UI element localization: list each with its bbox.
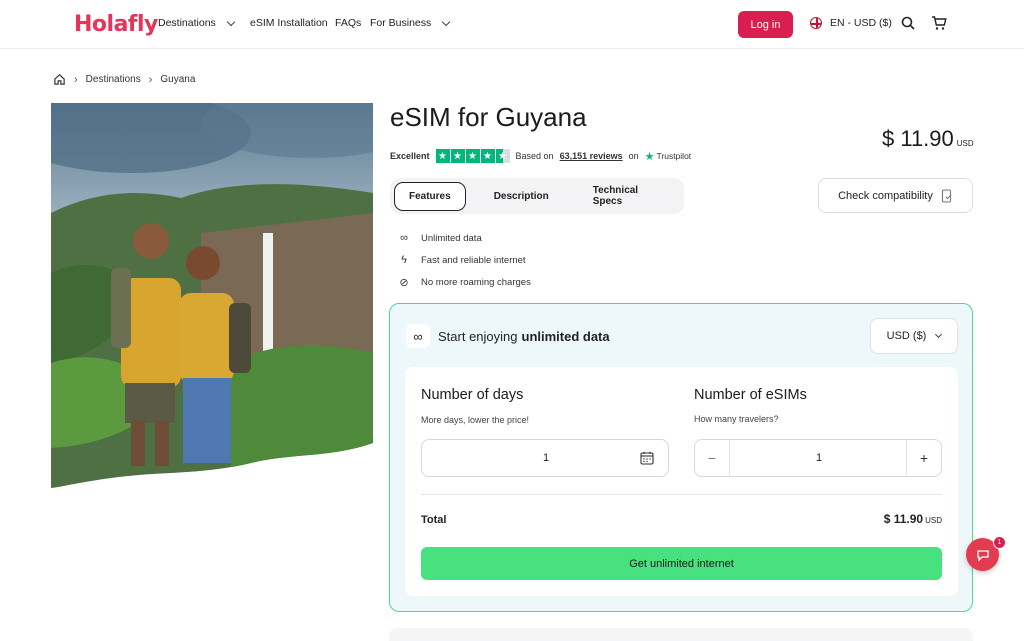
esims-value[interactable]: 1 xyxy=(730,452,908,464)
currency-select-value: USD ($) xyxy=(886,330,927,342)
trustpilot-star-icon: ★ xyxy=(644,150,655,163)
feature-label: No more roaming charges xyxy=(421,276,531,288)
check-compatibility-label: Check compatibility xyxy=(838,189,933,202)
search-icon xyxy=(901,16,915,30)
chevron-down-icon xyxy=(442,17,451,26)
search-button[interactable] xyxy=(898,13,918,33)
features-list: ∞ Unlimited data ϟ Fast and reliable int… xyxy=(397,227,531,293)
star-icon: ★ xyxy=(450,149,465,163)
chat-notification-badge: 1 xyxy=(993,536,1006,549)
nav-for-business[interactable]: For Business xyxy=(370,17,451,29)
cart-icon xyxy=(932,16,947,30)
reviews-prefix: Based on xyxy=(515,151,554,161)
reviews-count-link[interactable]: 63,151 reviews xyxy=(560,151,623,161)
language-label: EN - USD ($) xyxy=(830,17,892,29)
tab-features[interactable]: Features xyxy=(394,181,466,211)
currency-select[interactable]: USD ($) xyxy=(870,318,958,354)
nav-faqs[interactable]: FAQs xyxy=(335,17,361,29)
increment-button[interactable]: + xyxy=(906,440,941,476)
esims-stepper: − 1 + xyxy=(694,439,942,477)
trustpilot-rating: Excellent ★ ★ ★ ★ ★ Based on 63,151 revi… xyxy=(390,149,691,163)
holafly-logo[interactable]: Holafly xyxy=(74,12,158,37)
breadcrumb-current: Guyana xyxy=(160,74,196,85)
hero-image xyxy=(51,103,373,488)
price-currency: USD xyxy=(956,139,974,148)
lightning-icon: ϟ xyxy=(401,254,407,266)
breadcrumb-separator-icon: › xyxy=(74,73,78,86)
esims-subtitle: How many travelers? xyxy=(694,414,779,424)
infinity-icon: ∞ xyxy=(400,232,408,244)
breadcrumb-destinations[interactable]: Destinations xyxy=(86,74,141,85)
nav-destinations-label: Destinations xyxy=(158,17,216,29)
breadcrumb: › Destinations › Guyana xyxy=(53,73,195,86)
days-title: Number of days xyxy=(421,387,524,403)
days-subtitle: More days, lower the price! xyxy=(421,415,530,425)
calendar-icon[interactable] xyxy=(640,451,654,465)
rating-label: Excellent xyxy=(390,151,430,161)
nav-esim-installation-label: eSIM Installation xyxy=(250,17,328,29)
star-icon: ★ xyxy=(435,149,450,163)
product-tabs: Features Description Technical Specs xyxy=(390,178,684,214)
breadcrumb-separator-icon: › xyxy=(148,73,153,86)
nav-for-business-label: For Business xyxy=(370,17,432,29)
nav-faqs-label: FAQs xyxy=(335,17,362,29)
phone-check-icon xyxy=(941,188,952,203)
panel-heading: ∞ Start enjoying unlimited data xyxy=(406,324,610,348)
get-unlimited-internet-button[interactable]: Get unlimited internet xyxy=(421,547,942,580)
home-icon[interactable] xyxy=(53,73,66,86)
next-section-edge xyxy=(389,628,973,641)
panel-heading-bold: unlimited data xyxy=(521,328,610,344)
check-compatibility-button[interactable]: Check compatibility xyxy=(818,178,973,213)
feature-label: Fast and reliable internet xyxy=(421,254,526,266)
no-roaming-icon: ⊘ xyxy=(399,276,409,289)
chevron-down-icon xyxy=(935,330,943,339)
nav-destinations[interactable]: Destinations xyxy=(158,17,236,29)
nav-esim-installation[interactable]: eSIM Installation xyxy=(250,17,328,29)
cart-button[interactable] xyxy=(929,13,949,33)
star-half-icon: ★ xyxy=(495,149,510,163)
panel-heading-prefix: Start enjoying xyxy=(438,328,518,344)
uk-flag-icon xyxy=(810,17,822,29)
feature-item: ⊘ No more roaming charges xyxy=(397,271,531,293)
reviews-suffix: on xyxy=(628,151,639,161)
star-icon: ★ xyxy=(465,149,480,163)
price-value: $ 11.90 xyxy=(882,126,954,151)
plan-config-card: Number of days More days, lower the pric… xyxy=(405,367,958,596)
feature-item: ∞ Unlimited data xyxy=(397,227,531,249)
rating-stars: ★ ★ ★ ★ ★ xyxy=(435,149,510,163)
decrement-button[interactable]: − xyxy=(695,440,730,476)
page-title: eSIM for Guyana xyxy=(390,102,587,132)
purchase-panel: ∞ Start enjoying unlimited data USD ($) … xyxy=(389,303,973,612)
total-price: $ 11.90 USD xyxy=(884,512,942,526)
star-icon: ★ xyxy=(480,149,495,163)
top-navigation: Holafly Destinations eSIM Installation F… xyxy=(0,0,1024,49)
tab-description[interactable]: Description xyxy=(480,183,563,210)
total-value: $ 11.90 xyxy=(883,512,924,526)
total-currency: USD xyxy=(925,516,942,525)
total-label: Total xyxy=(421,514,447,526)
days-value: 1 xyxy=(542,452,550,464)
infinity-icon: ∞ xyxy=(406,324,430,348)
chevron-down-icon xyxy=(226,17,236,26)
feature-label: Unlimited data xyxy=(421,232,482,244)
feature-item: ϟ Fast and reliable internet xyxy=(397,249,531,271)
divider xyxy=(421,494,942,495)
login-button[interactable]: Log in xyxy=(738,11,793,38)
esims-title: Number of eSIMs xyxy=(694,387,807,403)
chat-icon xyxy=(976,549,989,562)
language-selector[interactable]: EN - USD ($) xyxy=(810,17,892,29)
product-price: $ 11.90 USD xyxy=(882,126,974,152)
days-input[interactable]: 1 xyxy=(421,439,669,477)
trustpilot-logo: Trustpilot xyxy=(656,151,692,161)
tab-technical-specs[interactable]: Technical Specs xyxy=(579,177,680,215)
